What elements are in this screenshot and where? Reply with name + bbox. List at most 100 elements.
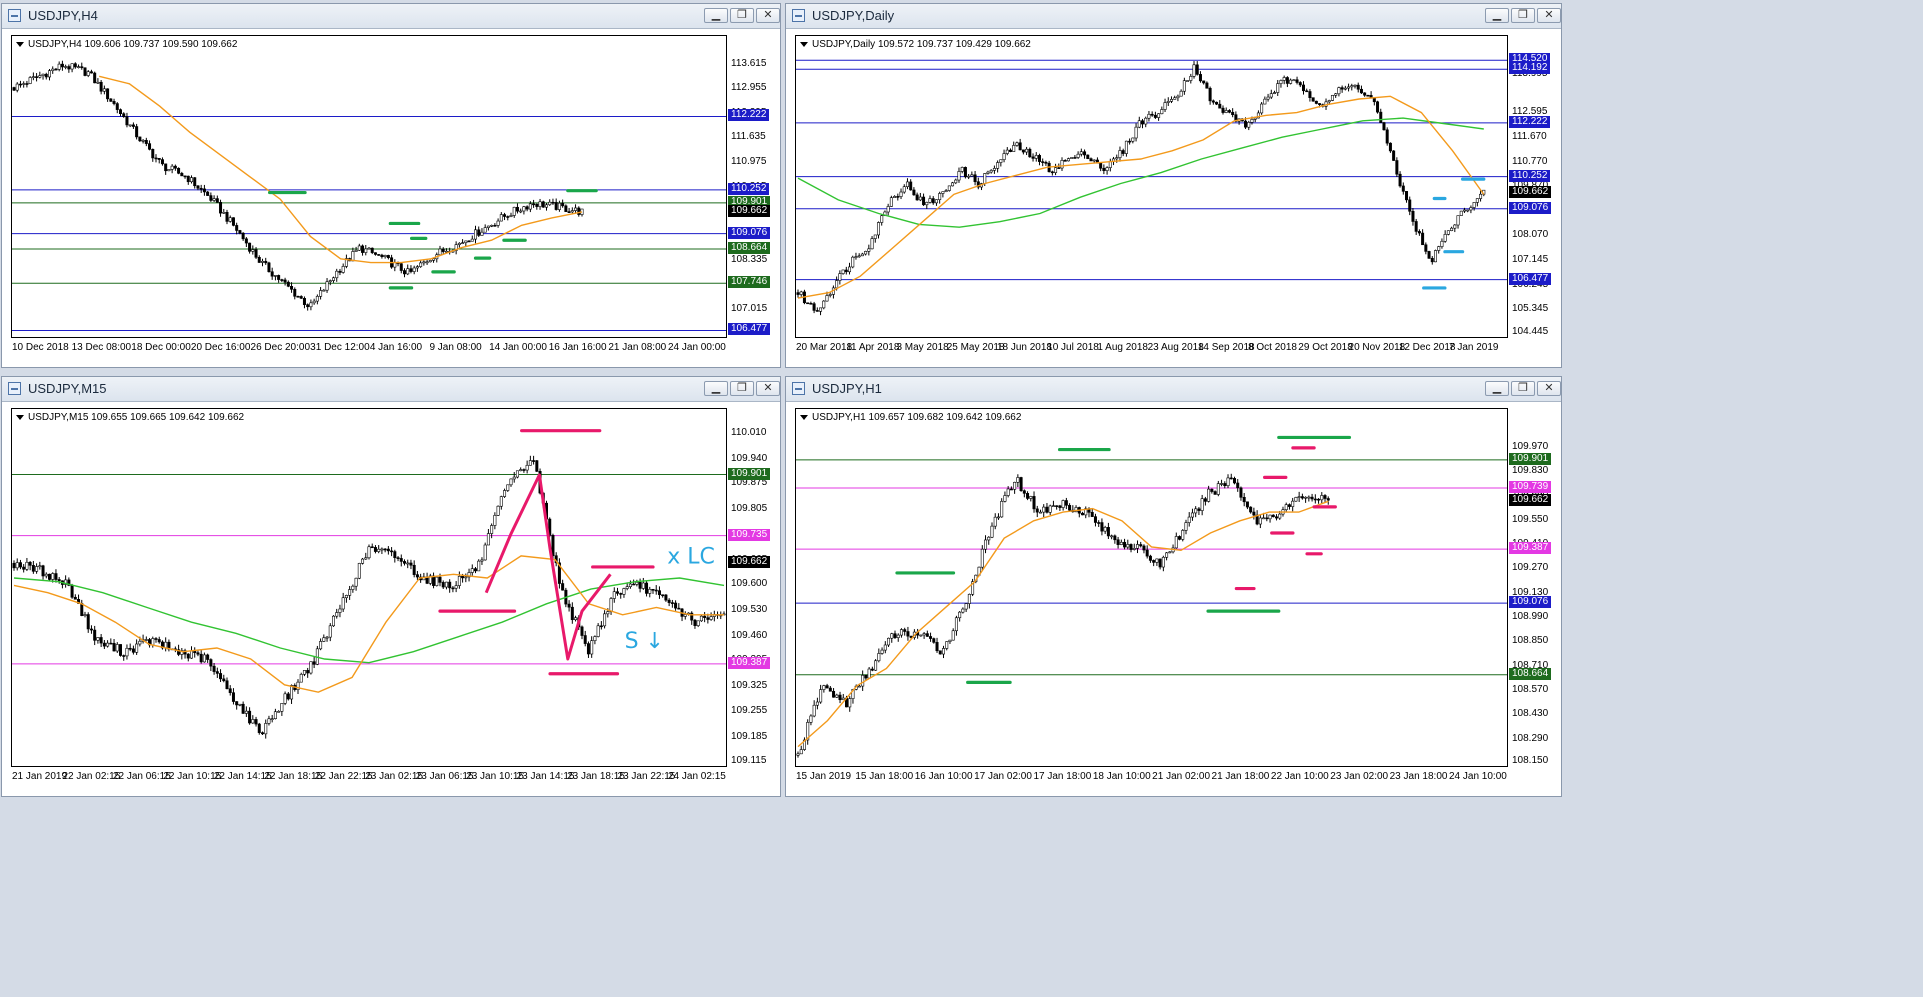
time-label: 22 Jan 06:15 — [112, 771, 171, 782]
candle-body — [1148, 555, 1152, 561]
candle-body — [535, 460, 539, 472]
candle-body — [809, 302, 813, 305]
window-titlebar[interactable]: USDJPY,H4 ▁ ❐ ✕ — [2, 4, 780, 29]
candle-body — [467, 240, 471, 243]
candle-body — [151, 638, 155, 646]
price-label: 109.270 — [1512, 562, 1549, 574]
candle-body — [703, 615, 707, 618]
restore-button[interactable]: ❐ — [1511, 8, 1535, 23]
price-chart — [796, 59, 1507, 316]
price-tag: 106.477 — [728, 323, 771, 336]
close-button[interactable]: ✕ — [756, 8, 780, 23]
moving-average-fast[interactable] — [797, 500, 1329, 748]
window-titlebar[interactable]: USDJPY,H1 ▁ ❐ ✕ — [786, 377, 1561, 402]
candle-body — [244, 238, 248, 244]
price-scale[interactable]: 110.010109.940109.875109.805109.735109.6… — [727, 408, 773, 767]
candle-body — [1231, 111, 1235, 115]
candle-body — [99, 637, 103, 644]
candle-body — [1462, 209, 1466, 212]
candle-body — [1385, 129, 1389, 144]
candle-body — [925, 201, 929, 206]
candle-body — [1421, 232, 1425, 246]
candle-body — [406, 268, 410, 275]
chart-plot-area[interactable]: USDJPY,H1 109.657 109.682 109.642 109.66… — [795, 408, 1508, 767]
candle-body — [270, 271, 274, 277]
restore-button[interactable]: ❐ — [730, 381, 754, 396]
candle-body — [196, 185, 200, 189]
price-label: 105.345 — [1512, 303, 1549, 315]
candle-body — [1073, 157, 1077, 159]
candle-body — [396, 557, 400, 559]
chart-plot-area[interactable]: USDJPY,Daily 109.572 109.737 109.429 109… — [795, 35, 1508, 338]
chart-window-h4[interactable]: USDJPY,H4 ▁ ❐ ✕ USDJPY,H4 109.606 109.737 10… — [1, 3, 781, 368]
candle-body — [519, 469, 523, 472]
candle-body — [112, 101, 116, 104]
restore-button[interactable]: ❐ — [730, 8, 754, 23]
candle-body — [1232, 478, 1236, 484]
price-label: 108.570 — [1512, 684, 1549, 696]
candle-body — [574, 207, 578, 211]
candle-body — [528, 460, 532, 466]
candle-body — [1034, 155, 1038, 159]
candle-body — [1137, 120, 1141, 128]
candle-body — [438, 576, 442, 583]
time-label: 15 Jan 2019 — [796, 771, 852, 782]
candle-body — [909, 181, 913, 191]
candle-body — [990, 525, 994, 538]
handwritten-note: x LC — [667, 544, 715, 569]
price-scale[interactable]: 109.970109.830109.690109.550109.410109.2… — [1508, 408, 1554, 767]
candle-body — [509, 215, 513, 217]
candle-body — [290, 685, 294, 700]
restore-button[interactable]: ❐ — [1511, 381, 1535, 396]
candle-body — [257, 723, 261, 733]
candle-body — [1202, 80, 1206, 84]
minimize-button[interactable]: ▁ — [1485, 381, 1509, 396]
window-titlebar[interactable]: USDJPY,M15 ▁ ❐ ✕ — [2, 377, 780, 402]
price-scale[interactable]: 114.520113.995112.595111.670110.770109.8… — [1508, 35, 1554, 338]
candle-body — [373, 252, 377, 255]
candle-body — [1057, 167, 1061, 169]
candle-body — [515, 470, 519, 478]
moving-average-fast[interactable] — [13, 555, 724, 693]
candle-body — [870, 668, 874, 671]
candle-body — [1411, 210, 1415, 222]
candle-body — [619, 593, 623, 595]
time-label: 23 Jan 02:00 — [1330, 771, 1389, 782]
time-label: 11 Apr 2018 — [846, 342, 900, 353]
minimize-button[interactable]: ▁ — [704, 8, 728, 23]
candle-body — [215, 198, 219, 203]
candle-body — [561, 583, 565, 591]
minimize-button[interactable]: ▁ — [1485, 8, 1509, 23]
candle-body — [157, 157, 161, 160]
candle-body — [483, 544, 487, 561]
candle-body — [951, 630, 955, 641]
close-icon: ✕ — [763, 382, 773, 394]
candle-body — [122, 113, 126, 117]
chart-window-h1[interactable]: USDJPY,H1 ▁ ❐ ✕ USDJPY,H1 109.657 109.682 10… — [785, 376, 1562, 797]
candle-body — [699, 615, 703, 622]
chart-window-m15[interactable]: USDJPY,M15 ▁ ❐ ✕ USDJPY,M15 109.655 109.665 … — [1, 376, 781, 797]
candle-body — [89, 628, 93, 631]
close-button[interactable]: ✕ — [1537, 381, 1561, 396]
candle-body — [1388, 142, 1392, 152]
candle-body — [503, 490, 507, 497]
chart-plot-area[interactable]: USDJPY,M15 109.655 109.665 109.642 109.6… — [11, 408, 727, 767]
price-label: 108.150 — [1512, 755, 1549, 766]
price-scale[interactable]: 113.615112.955112.295111.635110.975110.3… — [727, 35, 773, 338]
close-button[interactable]: ✕ — [1537, 8, 1561, 23]
moving-average-slow[interactable] — [797, 117, 1484, 228]
candle-body — [1041, 161, 1045, 163]
chart-window-daily[interactable]: USDJPY,Daily ▁ ❐ ✕ USDJPY,Daily 109.572 109.… — [785, 3, 1562, 368]
minimize-button[interactable]: ▁ — [704, 381, 728, 396]
candle-body — [1224, 110, 1228, 113]
time-label: 24 Jan 10:00 — [1449, 771, 1507, 782]
chart-plot-area[interactable]: USDJPY,H4 109.606 109.737 109.590 109.66… — [11, 35, 727, 338]
candle-body — [254, 249, 258, 258]
close-button[interactable]: ✕ — [756, 381, 780, 396]
candle-body — [1252, 511, 1256, 516]
candle-body — [115, 103, 119, 110]
window-titlebar[interactable]: USDJPY,Daily ▁ ❐ ✕ — [786, 4, 1561, 29]
candle-body — [219, 673, 223, 680]
restore-icon: ❐ — [1518, 9, 1528, 21]
candle-body — [1187, 516, 1191, 523]
